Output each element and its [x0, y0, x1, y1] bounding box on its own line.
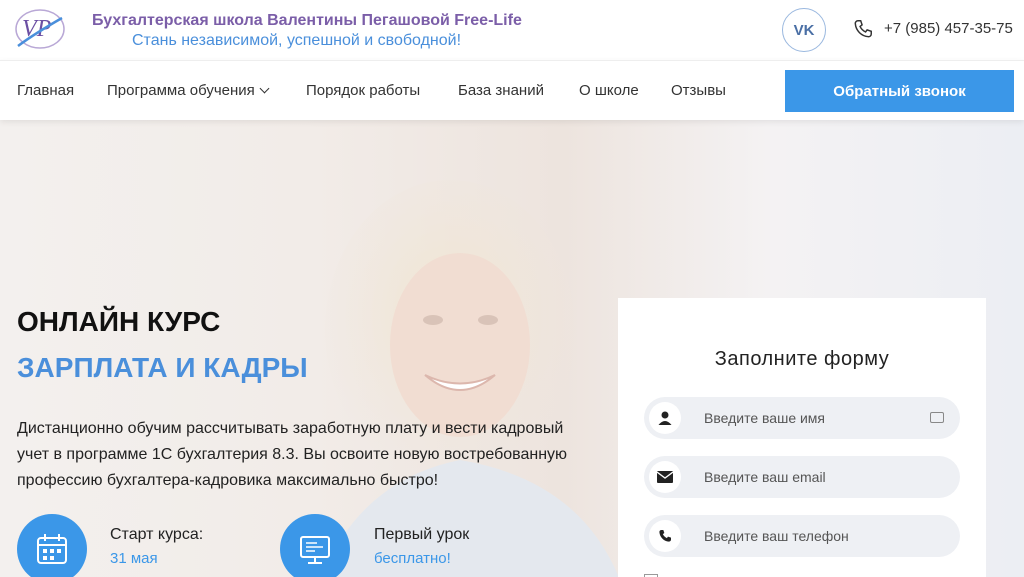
- nav-item-program[interactable]: Программа обучения: [107, 82, 270, 99]
- phone-icon: [649, 520, 681, 552]
- phone-placeholder: Введите ваш телефон: [704, 528, 849, 544]
- nav-item-workflow[interactable]: Порядок работы: [306, 82, 420, 99]
- nav-item-label: Программа обучения: [107, 82, 255, 99]
- email-placeholder: Введите ваш email: [704, 469, 826, 485]
- name-placeholder: Введите ваше имя: [704, 410, 826, 426]
- user-icon: [649, 402, 681, 434]
- slogan: Стань независимой, успешной и свободной!: [132, 32, 462, 49]
- form-title: Заполните форму: [714, 348, 890, 370]
- main-nav: Главная Программа обучения Порядок работ…: [0, 60, 1024, 120]
- first-lesson-label: Первый урок: [374, 526, 470, 543]
- phone-field[interactable]: Введите ваш телефон: [644, 515, 960, 557]
- signup-form: Заполните форму Введите ваше имя Введите…: [618, 298, 986, 577]
- phone-number[interactable]: +7 (985) 457-35-75: [884, 20, 1013, 37]
- school-name: Бухгалтерская школа Валентины Пегашовой …: [92, 12, 522, 29]
- calendar-icon: [17, 514, 87, 577]
- course-description: Дистанционно обучим рассчитывать заработ…: [17, 420, 568, 489]
- callback-button[interactable]: Обратный звонок: [785, 70, 1014, 112]
- chevron-down-icon: [259, 83, 270, 94]
- first-lesson-value: бесплатно!: [374, 550, 451, 567]
- nav-item-reviews[interactable]: Отзывы: [671, 82, 726, 99]
- phone-icon: [854, 20, 872, 38]
- name-field[interactable]: Введите ваше имя: [644, 397, 960, 439]
- course-label: ОНЛАЙН КУРС: [17, 306, 221, 337]
- nav-item-knowledge-base[interactable]: База знаний: [458, 82, 544, 99]
- start-label: Старт курса:: [110, 526, 204, 543]
- hero-photo: [321, 180, 619, 577]
- nav-item-about[interactable]: О школе: [579, 82, 639, 99]
- vk-label: VK: [793, 21, 815, 39]
- start-date: 31 мая: [110, 550, 158, 567]
- header: VP Бухгалтерская школа Валентины Пегашов…: [0, 0, 1024, 60]
- email-field[interactable]: Введите ваш email: [644, 456, 960, 498]
- course-title: ЗАРПЛАТА И КАДРЫ: [17, 352, 308, 383]
- hero-section: ОНЛАЙН КУРС ЗАРПЛАТА И КАДРЫ Дистанционн…: [0, 120, 1024, 577]
- envelope-icon: [649, 461, 681, 493]
- monitor-icon: [280, 514, 350, 577]
- svg-text:VP: VP: [22, 16, 52, 42]
- contact-card-icon: [930, 412, 944, 423]
- nav-item-home[interactable]: Главная: [17, 82, 74, 99]
- school-logo[interactable]: VP: [14, 6, 66, 52]
- vk-icon[interactable]: VK: [782, 8, 826, 52]
